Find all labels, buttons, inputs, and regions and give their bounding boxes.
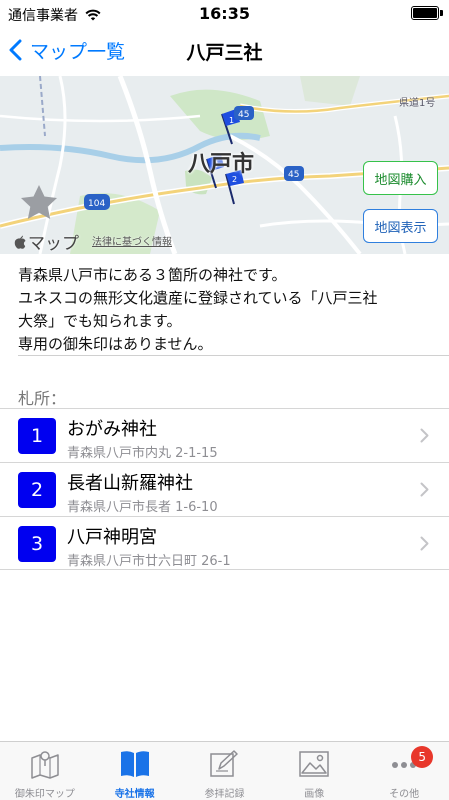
description-line-3: 大祭」でも知られます。 bbox=[18, 312, 182, 330]
chevron-left-icon bbox=[9, 39, 22, 61]
apple-maps-text: マップ bbox=[28, 234, 79, 254]
status-time: 16:35 bbox=[199, 4, 250, 23]
route-shield-45-right: 45 bbox=[284, 166, 304, 181]
description-text: 青森県八戸市にある３箇所の神社です。 ユネスコの無形文化遺産に登録されている「八… bbox=[18, 264, 430, 356]
back-button[interactable]: マップ一覧 bbox=[8, 34, 125, 66]
shrine-list: 1 おがみ神社 青森県八戸市内丸 2-1-15 2 長者山新羅神社 青森県八戸市… bbox=[0, 408, 449, 570]
legal-info-link[interactable]: 法律に基づく情報 bbox=[92, 233, 172, 248]
book-icon bbox=[120, 751, 149, 777]
svg-text:104: 104 bbox=[88, 199, 105, 209]
status-bar: 通信事業者 16:35 bbox=[0, 0, 449, 28]
apple-logo-icon bbox=[14, 235, 26, 249]
tab-label: 参拝記録 bbox=[204, 789, 245, 800]
description-line-2: ユネスコの無形文化遺産に登録されている「八戸三社 bbox=[18, 289, 378, 307]
map-city-label: 八戸市 bbox=[188, 152, 255, 177]
map-road-label: 県道1号 bbox=[399, 98, 436, 109]
shrine-number-badge: 3 bbox=[18, 526, 56, 562]
tab-visit-log[interactable]: 参拝記録 bbox=[180, 742, 270, 800]
shrine-number-badge: 1 bbox=[18, 418, 56, 454]
shrine-address: 青森県八戸市廿六日町 26-1 bbox=[67, 554, 231, 569]
map-show-button[interactable]: 地図表示 bbox=[363, 209, 438, 243]
map-icon bbox=[31, 751, 59, 779]
shrine-row-2[interactable]: 2 長者山新羅神社 青森県八戸市長者 1-6-10 bbox=[0, 462, 449, 516]
shrine-row-3[interactable]: 3 八戸神明宮 青森県八戸市廿六日町 26-1 bbox=[0, 516, 449, 570]
description-line-4: 専用の御朱印はありません。 bbox=[18, 335, 213, 353]
shrine-number-badge: 2 bbox=[18, 472, 56, 508]
tab-images[interactable]: 画像 bbox=[269, 742, 359, 800]
section-header: 札所： bbox=[18, 389, 67, 408]
image-icon bbox=[299, 751, 330, 777]
favorite-star-icon[interactable] bbox=[20, 184, 58, 224]
route-shield-104: 104 bbox=[84, 194, 110, 210]
shrine-address: 青森県八戸市内丸 2-1-15 bbox=[67, 446, 218, 461]
chevron-right-icon bbox=[420, 482, 429, 497]
back-button-label: マップ一覧 bbox=[30, 40, 126, 63]
apple-maps-label: マップ bbox=[14, 229, 79, 254]
battery-tip bbox=[440, 10, 443, 16]
tab-goshuin-map[interactable]: 御朱印マップ bbox=[0, 742, 90, 800]
tab-label: 画像 bbox=[304, 789, 325, 800]
shrine-address: 青森県八戸市長者 1-6-10 bbox=[67, 500, 218, 515]
shrine-row-1[interactable]: 1 おがみ神社 青森県八戸市内丸 2-1-15 bbox=[0, 408, 449, 462]
svg-text:1: 1 bbox=[229, 116, 234, 125]
route-shield-45-top: 45 bbox=[234, 106, 254, 120]
edit-icon bbox=[210, 750, 239, 777]
map-purchase-button[interactable]: 地図購入 bbox=[363, 161, 438, 195]
tab-label: その他 bbox=[389, 789, 420, 800]
svg-text:45: 45 bbox=[288, 170, 299, 180]
shrine-name: 八戸神明宮 bbox=[67, 527, 157, 548]
tab-more[interactable]: 5 その他 bbox=[359, 742, 449, 800]
shrine-name: 長者山新羅神社 bbox=[67, 473, 193, 494]
tab-shrine-info[interactable]: 寺社情報 bbox=[90, 742, 180, 800]
tab-label: 寺社情報 bbox=[114, 789, 155, 800]
notification-badge: 5 bbox=[411, 746, 434, 768]
divider bbox=[18, 355, 449, 356]
chevron-right-icon bbox=[420, 428, 429, 443]
tab-label: 御朱印マップ bbox=[14, 789, 75, 800]
shrine-name: おがみ神社 bbox=[67, 419, 157, 440]
navigation-bar: マップ一覧 八戸三社 bbox=[0, 28, 449, 74]
battery-icon bbox=[411, 6, 439, 20]
svg-text:45: 45 bbox=[238, 110, 249, 120]
chevron-right-icon bbox=[420, 536, 429, 551]
description-line-1: 青森県八戸市にある３箇所の神社です。 bbox=[18, 266, 287, 284]
tab-bar: 御朱印マップ 寺社情報 参拝記録 画像 5 その他 bbox=[0, 741, 449, 800]
map-view[interactable]: 1 3 2 45 104 45 八戸市 県道1号 マップ 法律に基づく情報 地図… bbox=[0, 76, 449, 254]
